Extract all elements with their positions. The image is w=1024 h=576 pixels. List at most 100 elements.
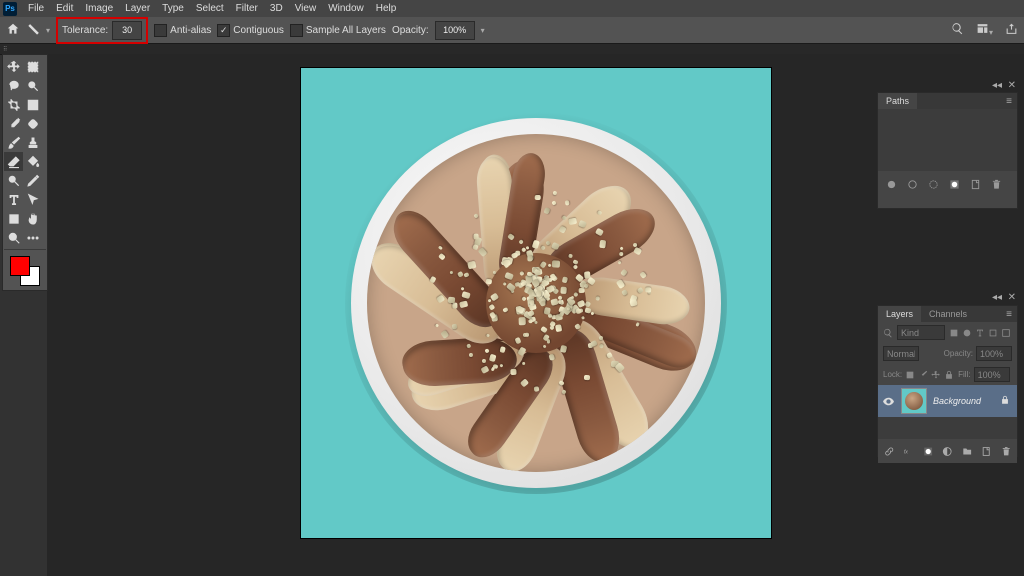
lasso-tool[interactable]	[4, 76, 23, 95]
lock-pixels-icon[interactable]	[918, 370, 928, 380]
quick-select-tool[interactable]	[23, 76, 42, 95]
chevron-down-icon[interactable]: ▾	[481, 26, 485, 35]
shape-tool[interactable]	[4, 209, 23, 228]
panel-menu-icon[interactable]: ≡	[1001, 307, 1017, 322]
path-select-tool[interactable]	[23, 190, 42, 209]
eraser-tool[interactable]	[4, 152, 23, 171]
layer-fill-input[interactable]	[974, 367, 1010, 382]
search-icon[interactable]	[883, 328, 893, 338]
menu-window[interactable]: Window	[322, 2, 370, 15]
type-tool[interactable]	[4, 190, 23, 209]
visibility-toggle[interactable]	[882, 395, 895, 408]
tolerance-input[interactable]	[112, 21, 142, 40]
paths-list[interactable]	[878, 109, 1017, 171]
menu-3d[interactable]: 3D	[264, 2, 289, 15]
filter-smart-icon[interactable]	[1001, 328, 1011, 338]
lock-label: Lock:	[883, 370, 902, 379]
lock-all-icon[interactable]	[944, 370, 954, 380]
opacity-input[interactable]	[435, 21, 475, 40]
anti-alias-checkbox[interactable]: Anti-alias	[154, 24, 211, 37]
home-icon[interactable]	[6, 22, 20, 39]
new-path-icon[interactable]	[970, 179, 981, 190]
workspace-icon[interactable]: ▾	[976, 22, 993, 38]
new-layer-icon[interactable]	[981, 446, 991, 457]
menu-view[interactable]: View	[289, 2, 323, 15]
opacity-label: Opacity:	[392, 25, 429, 36]
chevron-down-icon[interactable]: ▾	[46, 26, 50, 35]
anti-alias-label: Anti-alias	[170, 25, 211, 36]
contiguous-label: Contiguous	[233, 25, 284, 36]
sample-all-label: Sample All Layers	[306, 25, 386, 36]
fill-label: Fill:	[958, 370, 970, 379]
lock-position-icon[interactable]	[931, 370, 941, 380]
paths-tab[interactable]: Paths	[878, 93, 917, 109]
foreground-swatch[interactable]	[10, 256, 30, 276]
paint-bucket-tool[interactable]	[23, 152, 42, 171]
brush-tool[interactable]	[4, 133, 23, 152]
mask-icon[interactable]	[949, 179, 960, 190]
layer-filter-input[interactable]	[897, 325, 945, 340]
panel-collapse-icon[interactable]: ◂◂ ✕	[992, 292, 1016, 303]
menu-edit[interactable]: Edit	[50, 2, 79, 15]
edit-toolbar[interactable]	[23, 228, 42, 247]
tolerance-group-highlight: Tolerance:	[56, 17, 148, 44]
layer-name[interactable]: Background	[933, 396, 981, 406]
panel-collapse-icon[interactable]: ◂◂ ✕	[992, 80, 1016, 91]
tool-preset-icon[interactable]	[26, 23, 40, 37]
menu-bar: Ps File Edit Image Layer Type Select Fil…	[0, 0, 1024, 17]
menu-filter[interactable]: Filter	[230, 2, 264, 15]
dodge-tool[interactable]	[4, 171, 23, 190]
layers-panel: Layers Channels ≡ Opacity: Lock:	[877, 305, 1018, 457]
channels-tab[interactable]: Channels	[921, 306, 975, 322]
menu-file[interactable]: File	[22, 2, 50, 15]
fx-icon[interactable]: fx	[903, 446, 913, 457]
layers-tab[interactable]: Layers	[878, 306, 921, 322]
zoom-tool[interactable]	[4, 228, 23, 247]
link-layers-icon[interactable]	[884, 446, 894, 457]
filter-adjust-icon[interactable]	[962, 328, 972, 338]
mask-icon[interactable]	[923, 446, 933, 457]
pen-tool[interactable]	[23, 171, 42, 190]
adjustment-icon[interactable]	[942, 446, 952, 457]
menu-type[interactable]: Type	[156, 2, 190, 15]
search-icon[interactable]	[951, 22, 964, 38]
stroke-path-icon[interactable]	[907, 179, 918, 190]
menu-image[interactable]: Image	[79, 2, 119, 15]
selection-path-icon[interactable]	[928, 179, 939, 190]
toolbox	[2, 54, 48, 291]
hand-tool[interactable]	[23, 209, 42, 228]
filter-shape-icon[interactable]	[988, 328, 998, 338]
marquee-tool[interactable]	[23, 57, 42, 76]
crop-tool[interactable]	[4, 95, 23, 114]
stamp-tool[interactable]	[23, 133, 42, 152]
menu-layer[interactable]: Layer	[119, 2, 156, 15]
lock-transparent-icon[interactable]	[905, 370, 915, 380]
sample-all-checkbox[interactable]: Sample All Layers	[290, 24, 386, 37]
move-tool[interactable]	[4, 57, 23, 76]
frame-tool[interactable]	[23, 95, 42, 114]
share-icon[interactable]	[1005, 22, 1018, 38]
menu-select[interactable]: Select	[190, 2, 230, 15]
trash-icon[interactable]	[1001, 446, 1011, 457]
filter-type-icon[interactable]	[975, 328, 985, 338]
lock-icon[interactable]	[1000, 395, 1010, 407]
blend-mode-select[interactable]	[883, 346, 919, 361]
document-canvas[interactable]	[301, 68, 771, 538]
panel-menu-icon[interactable]: ≡	[1001, 94, 1017, 109]
layers-empty-area[interactable]	[878, 417, 1017, 439]
options-bar: ▾ Tolerance: Anti-alias Contiguous Sampl…	[0, 17, 1024, 43]
group-icon[interactable]	[962, 446, 972, 457]
color-swatches[interactable]	[4, 252, 46, 288]
contiguous-checkbox[interactable]: Contiguous	[217, 24, 284, 37]
canvas-content	[351, 118, 721, 488]
layer-thumbnail[interactable]	[901, 388, 927, 414]
fill-path-icon[interactable]	[886, 179, 897, 190]
trash-icon[interactable]	[991, 179, 1002, 190]
menu-help[interactable]: Help	[370, 2, 403, 15]
healing-tool[interactable]	[23, 114, 42, 133]
layer-opacity-input[interactable]	[976, 346, 1012, 361]
eyedropper-tool[interactable]	[4, 114, 23, 133]
filter-pixel-icon[interactable]	[949, 328, 959, 338]
svg-text:fx: fx	[904, 449, 908, 455]
layer-row-background[interactable]: Background	[878, 385, 1017, 417]
